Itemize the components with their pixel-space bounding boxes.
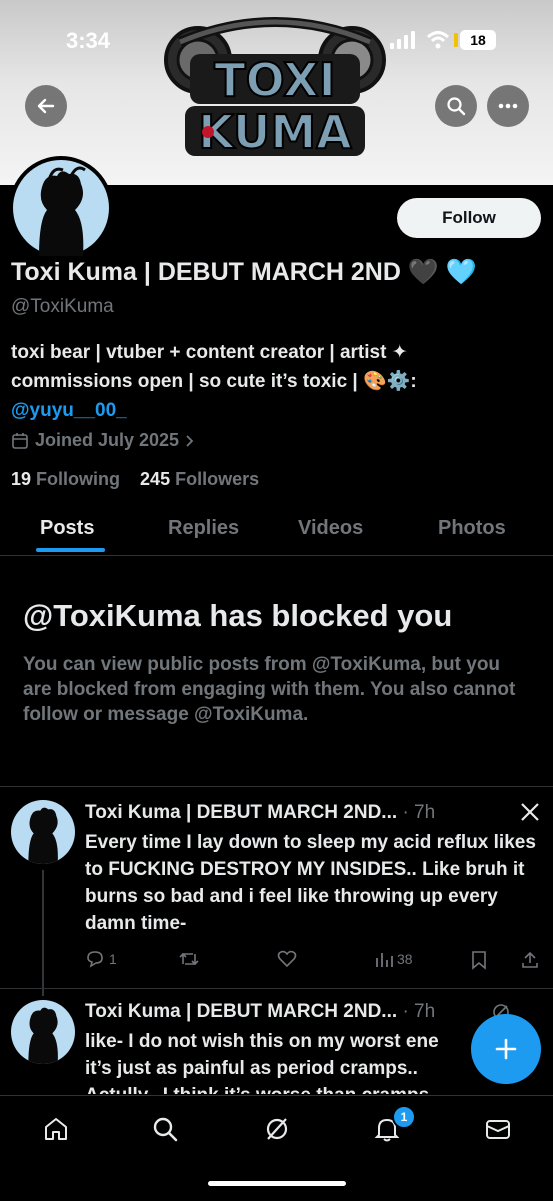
following-label: Following — [36, 469, 121, 489]
reply-icon — [87, 951, 103, 968]
x-logo-icon — [521, 803, 539, 821]
profile-name: Toxi Kuma | DEBUT MARCH 2ND 🖤 🩵 — [11, 258, 478, 286]
status-time: 3:34 — [66, 28, 111, 53]
blocked-message: You can view public posts from @ToxiKuma… — [23, 654, 516, 725]
bio-line-2: commissions open | so cute it’s toxic | … — [11, 371, 417, 392]
nav-home[interactable] — [41, 1114, 71, 1144]
logo-text-bottom: KUMA — [198, 105, 352, 159]
post-avatar[interactable] — [11, 800, 75, 864]
compose-post-button[interactable] — [471, 1014, 541, 1084]
followers-label: Followers — [175, 469, 260, 489]
followers-link[interactable]: 245 Followers — [140, 469, 259, 489]
search-icon — [447, 97, 466, 116]
more-icon — [498, 103, 518, 109]
heart-icon — [277, 950, 297, 968]
battery-indicator: 18 — [454, 30, 496, 50]
view-count: 38 — [397, 951, 413, 967]
profile-handle: @ToxiKuma — [11, 296, 114, 317]
reply-button[interactable]: 1 — [85, 950, 117, 968]
logo-text-top: TOXI — [214, 53, 335, 107]
joined-text: Joined July 2025 — [35, 430, 180, 450]
tab-posts[interactable]: Posts — [40, 517, 94, 540]
notification-badge: 1 — [392, 1105, 416, 1129]
post-author[interactable]: Toxi Kuma | DEBUT MARCH 2ND... — [85, 1001, 397, 1022]
post-text: like- I do not wish this on my worst ene… — [85, 1028, 485, 1094]
back-button[interactable] — [25, 85, 67, 127]
home-indicator — [208, 1181, 346, 1186]
nav-messages[interactable] — [483, 1114, 513, 1144]
followers-count: 245 — [140, 469, 171, 489]
calendar-icon — [12, 432, 28, 449]
profile-bio: toxi bear | vtuber + content creator | a… — [11, 338, 541, 425]
following-count: 19 — [11, 469, 32, 489]
active-tab-indicator — [36, 548, 105, 552]
repost-button[interactable] — [178, 950, 204, 968]
wifi-icon — [426, 31, 450, 49]
post-text-line: it’s just as painful as period cramps.. — [85, 1058, 418, 1079]
section-divider — [0, 786, 553, 787]
repost-icon — [179, 952, 199, 966]
post-author[interactable]: Toxi Kuma | DEBUT MARCH 2ND... — [85, 802, 397, 823]
post-text-line: like- I do not wish this on my worst ene — [85, 1031, 439, 1052]
following-link[interactable]: 19 Following — [11, 469, 120, 489]
reply-count: 1 — [109, 951, 117, 967]
blocked-title: @ToxiKuma has blocked you — [23, 598, 453, 633]
home-icon — [45, 1118, 67, 1140]
nav-search[interactable] — [150, 1114, 180, 1144]
post-time: · 7h — [402, 1001, 436, 1022]
avatar-image — [28, 807, 58, 864]
status-indicators: 18 — [390, 30, 496, 50]
post-time: · 7h — [402, 802, 436, 823]
tab-videos[interactable]: Videos — [298, 517, 363, 540]
search-button[interactable] — [435, 85, 477, 127]
follow-counts: 19 Following 245 Followers — [11, 469, 259, 490]
bio-line-1: toxi bear | vtuber + content creator | a… — [11, 342, 408, 363]
joined-date[interactable]: Joined July 2025 — [11, 430, 195, 451]
post-avatar[interactable] — [11, 1000, 75, 1064]
plus-icon — [495, 1038, 517, 1060]
views-icon — [376, 953, 393, 967]
views-button[interactable]: 38 — [375, 950, 413, 968]
post-text-line: Actully.. I think it’s worse than cramps — [85, 1082, 485, 1094]
bookmark-icon[interactable] — [470, 950, 488, 970]
thread-connector — [42, 870, 44, 996]
follow-button[interactable]: Follow — [397, 198, 541, 238]
post-header: Toxi Kuma | DEBUT MARCH 2ND... · 7h — [85, 802, 435, 824]
grok-icon — [266, 1118, 288, 1140]
bio-mention-link[interactable]: @yuyu__00_ — [11, 396, 541, 425]
avatar-image — [13, 160, 109, 256]
tab-photos[interactable]: Photos — [438, 517, 506, 540]
more-options-button[interactable] — [487, 85, 529, 127]
tab-replies[interactable]: Replies — [168, 517, 239, 540]
avatar-image — [28, 1007, 58, 1064]
chevron-right-icon — [186, 434, 194, 447]
post-header: Toxi Kuma | DEBUT MARCH 2ND... · 7h — [85, 1001, 435, 1023]
nav-grok[interactable] — [262, 1114, 292, 1144]
search-icon — [153, 1117, 178, 1142]
post-text: Every time I lay down to sleep my acid r… — [85, 832, 536, 934]
like-button[interactable] — [277, 950, 301, 968]
mail-icon — [486, 1120, 510, 1139]
signal-icon — [390, 31, 415, 49]
arrow-left-icon — [37, 98, 55, 114]
toxi-kuma-logo: TOXI KUMA — [164, 17, 386, 160]
share-icon[interactable] — [520, 950, 540, 970]
profile-avatar[interactable] — [9, 156, 113, 260]
post-divider — [0, 988, 553, 989]
